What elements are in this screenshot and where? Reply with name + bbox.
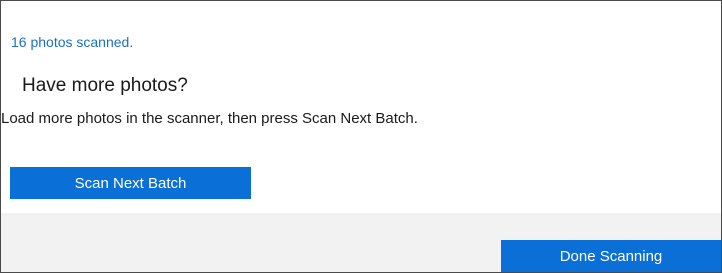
scan-dialog: 16 photos scanned. Have more photos? Loa… [0, 0, 722, 273]
dialog-footer: Done Scanning [1, 213, 721, 272]
scan-instruction-text: Load more photos in the scanner, then pr… [1, 110, 418, 127]
more-photos-heading: Have more photos? [22, 75, 188, 96]
done-scanning-label: Done Scanning [559, 247, 663, 265]
done-scanning-button[interactable]: Done Scanning [501, 240, 721, 272]
scan-next-batch-label: Scan Next Batch [74, 174, 187, 192]
scan-status-text: 16 photos scanned. [11, 34, 134, 50]
scan-next-batch-button[interactable]: Scan Next Batch [10, 167, 251, 199]
